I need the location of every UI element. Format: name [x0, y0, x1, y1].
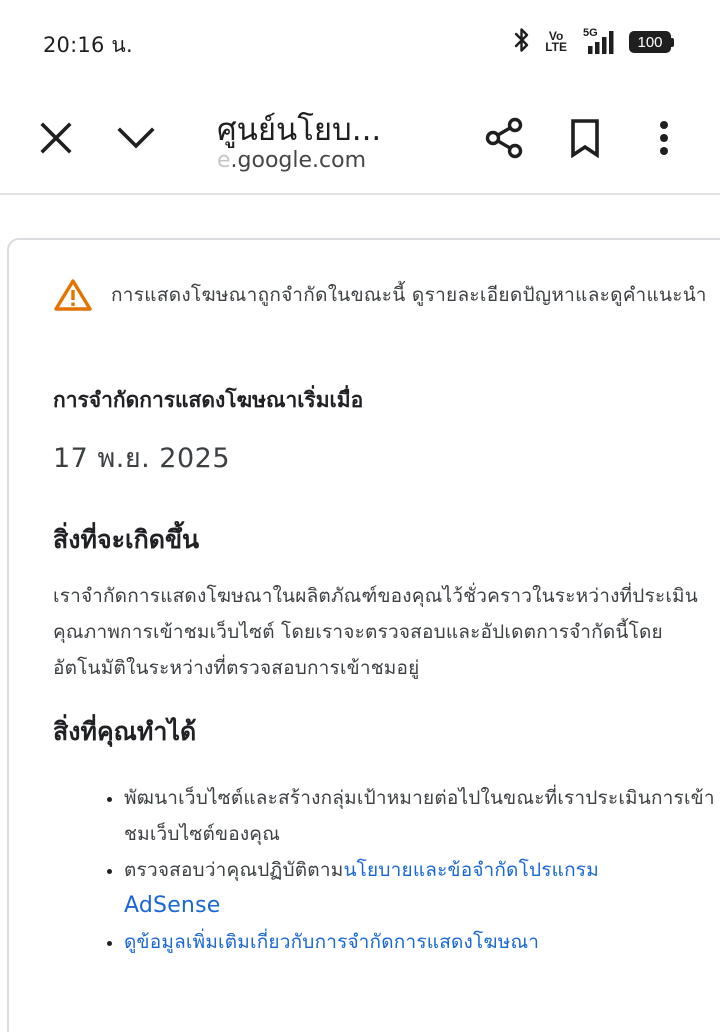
bookmark-button[interactable]: [557, 110, 613, 166]
close-button[interactable]: [28, 110, 84, 166]
restriction-start-date: 17 พ.ย. 2025: [53, 443, 231, 474]
warning-text: การแสดงโฆษณาถูกจำกัดในขณะนี้ ดูรายละเอีย…: [111, 284, 707, 306]
url-faded: e: [217, 148, 231, 173]
adsense-brand-link-text: AdSense: [124, 893, 221, 918]
battery-level: 100: [629, 31, 671, 53]
battery-icon: 100: [629, 31, 674, 53]
what-you-can-do-heading: สิ่งที่คุณทำได้: [53, 717, 197, 746]
page-title[interactable]: ศูนย์นโยบ...: [217, 104, 381, 154]
volte-indicator: Vo LTE: [545, 30, 567, 54]
what-happens-text: เราจำกัดการแสดงโฆษณาในผลิตภัณฑ์ของคุณไว้…: [53, 585, 698, 679]
chevron-down-icon: [117, 127, 155, 149]
more-vert-icon: [660, 121, 668, 155]
what-you-can-do-list: พัฒนาเว็บไซต์และสร้างกลุ่มเป้าหมายต่อไปใ…: [99, 780, 720, 960]
share-icon: [485, 117, 523, 159]
screen: 20:16 น. Vo LTE 5G 100 ศูนย์นโยบ... e.go…: [0, 0, 720, 1032]
status-time: 20:16 น.: [43, 33, 133, 57]
signal-icon: 5G: [581, 27, 615, 55]
custom-tab-toolbar: ศูนย์นโยบ... e.google.com: [0, 84, 720, 195]
policy-card: การแสดงโฆษณาถูกจำกัดในขณะนี้ ดูรายละเอีย…: [7, 238, 720, 1032]
warning-banner[interactable]: การแสดงโฆษณาถูกจำกัดในขณะนี้ ดูรายละเอีย…: [53, 278, 707, 312]
volte-bottom: LTE: [545, 40, 567, 54]
minimize-button[interactable]: [108, 110, 164, 166]
adsense-policy-link-text: นโยบายและข้อจำกัดโปรแกรม: [343, 859, 599, 881]
list-item: ตรวจสอบว่าคุณปฏิบัติตามนโยบายและข้อจำกัด…: [124, 852, 720, 924]
status-icons: Vo LTE 5G 100: [513, 26, 674, 58]
list-item: พัฒนาเว็บไซต์และสร้างกลุ่มเป้าหมายต่อไปใ…: [124, 780, 720, 852]
list-item: ดูข้อมูลเพิ่มเติมเกี่ยวกับการจำกัดการแสด…: [124, 924, 720, 960]
share-button[interactable]: [476, 110, 532, 166]
status-bar: 20:16 น. Vo LTE 5G 100: [0, 0, 720, 84]
page-url[interactable]: e.google.com: [217, 148, 392, 173]
what-happens-heading: สิ่งที่จะเกิดขึ้น: [53, 525, 200, 554]
learn-more-link[interactable]: ดูข้อมูลเพิ่มเติมเกี่ยวกับการจำกัดการแสด…: [124, 931, 539, 953]
bookmark-icon: [571, 119, 599, 158]
url-domain: .google.com: [230, 148, 367, 173]
list-item-text: ตรวจสอบว่าคุณปฏิบัติตาม: [124, 859, 344, 881]
restriction-start-label: การจำกัดการแสดงโฆษณาเริ่มเมื่อ: [53, 388, 364, 412]
close-icon: [40, 122, 72, 154]
warning-icon: [54, 279, 92, 311]
more-options-button[interactable]: [636, 110, 692, 166]
bluetooth-icon: [513, 26, 531, 58]
list-item-text: พัฒนาเว็บไซต์และสร้างกลุ่มเป้าหมายต่อไปใ…: [124, 787, 715, 845]
